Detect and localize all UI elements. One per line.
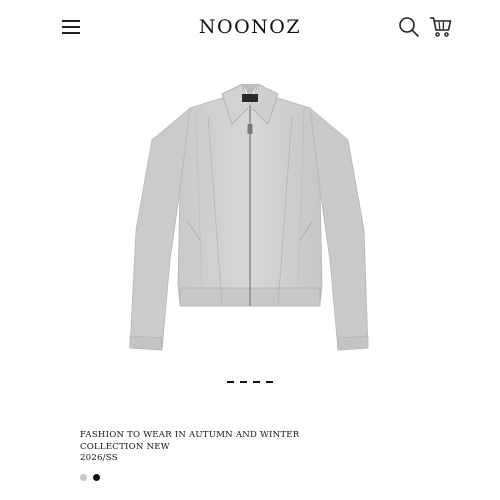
site-header: NOONOZ: [0, 0, 500, 56]
season-label: 2026/SS: [80, 453, 118, 463]
swatch-black[interactable]: [93, 474, 100, 481]
pager-dash[interactable]: [240, 381, 247, 383]
swatch-gray[interactable]: [80, 474, 87, 481]
description-line: COLLECTION NEW: [80, 441, 170, 452]
brand-logo[interactable]: NOONOZ: [0, 16, 500, 38]
product-image[interactable]: [118, 80, 382, 358]
cart-icon[interactable]: [429, 15, 453, 39]
color-swatches: [80, 474, 100, 481]
pager-dash[interactable]: [266, 381, 273, 383]
image-pager[interactable]: [227, 381, 273, 385]
product-description: FASHION TO WEAR IN AUTUMN AND WINTER COL…: [80, 430, 420, 465]
pager-dash[interactable]: [253, 381, 260, 383]
pager-dash[interactable]: [227, 381, 234, 383]
description-line: FASHION TO WEAR IN AUTUMN AND WINTER: [80, 430, 300, 440]
search-icon[interactable]: [398, 16, 420, 38]
